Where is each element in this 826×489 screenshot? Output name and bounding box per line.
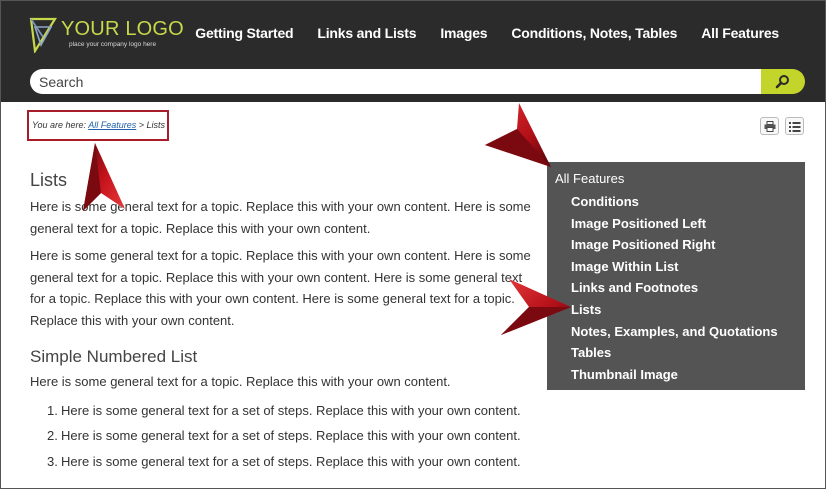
list-item-number: 2. xyxy=(47,428,58,443)
list-item-text: Here is some general text for a set of s… xyxy=(61,402,521,418)
paragraph-2: Here is some general text for a topic. R… xyxy=(30,248,531,328)
search-icon xyxy=(775,75,789,89)
paragraph-1: Here is some general text for a topic. R… xyxy=(30,199,531,236)
breadcrumb-prefix: You are here: xyxy=(32,120,87,130)
list-item: 2. Here is some general text for a set o… xyxy=(30,425,540,447)
print-icon xyxy=(764,121,776,132)
main-nav: Getting Started Links and Lists Images C… xyxy=(195,25,779,41)
annotation-arrow-sidenav-root xyxy=(485,103,551,167)
list-item-number: 3. xyxy=(47,453,58,469)
search-button[interactable] xyxy=(761,69,805,94)
breadcrumb: You are here: All Features > Lists xyxy=(27,110,169,141)
nav-images[interactable]: Images xyxy=(440,25,487,41)
search-input[interactable] xyxy=(30,69,763,94)
list-item-number: 1. xyxy=(47,402,58,418)
page-title: Lists xyxy=(30,170,68,190)
breadcrumb-separator: > xyxy=(138,120,145,130)
print-button[interactable] xyxy=(760,117,779,135)
section-intro: Here is some general text for a topic. R… xyxy=(30,374,451,389)
main-content: Lists Here is some general text for a to… xyxy=(30,169,540,476)
nav-conditions-notes-tables[interactable]: Conditions, Notes, Tables xyxy=(511,25,677,41)
list-item: 3. Here is some general text for a set o… xyxy=(30,451,540,473)
breadcrumb-link-all-features[interactable]: All Features xyxy=(88,120,136,130)
sidenav-item-conditions[interactable]: Conditions xyxy=(555,191,805,213)
nav-getting-started[interactable]: Getting Started xyxy=(195,25,293,41)
logo-mark-icon xyxy=(29,17,57,53)
toc-button[interactable] xyxy=(785,117,804,135)
section-title: Simple Numbered List xyxy=(30,347,198,366)
sidenav-item-tables[interactable]: Tables xyxy=(555,342,805,364)
logo-title: YOUR LOGO xyxy=(61,18,184,40)
side-nav: All Features Conditions Image Positioned… xyxy=(547,162,805,390)
sidenav-item-links-and-footnotes[interactable]: Links and Footnotes xyxy=(555,277,805,299)
logo-subtitle: place your company logo here xyxy=(69,41,157,48)
numbered-list: 1. Here is some general text for a set o… xyxy=(30,400,540,473)
list-icon xyxy=(789,122,801,132)
sidenav-item-image-within-list[interactable]: Image Within List xyxy=(555,256,805,278)
sidenav-item-thumbnail-image[interactable]: Thumbnail Image xyxy=(555,364,805,386)
breadcrumb-current: Lists xyxy=(146,120,166,130)
list-item-text: Here is some general text for a set of s… xyxy=(61,428,521,443)
sidenav-root-all-features[interactable]: All Features xyxy=(555,170,805,188)
page-frame: YOUR LOGO place your company logo here G… xyxy=(0,0,826,489)
sidenav-item-image-positioned-right[interactable]: Image Positioned Right xyxy=(555,234,805,256)
list-item: 1. Here is some general text for a set o… xyxy=(30,400,540,422)
list-item-text: Here is some general text for a set of s… xyxy=(61,453,521,469)
sidenav-item-notes-examples-quotations[interactable]: Notes, Examples, and Quotations xyxy=(555,321,805,343)
sidenav-item-lists[interactable]: Lists xyxy=(555,299,805,321)
nav-all-features[interactable]: All Features xyxy=(701,25,779,41)
search-bar xyxy=(1,69,825,102)
nav-links-and-lists[interactable]: Links and Lists xyxy=(317,25,416,41)
sidenav-item-image-positioned-left[interactable]: Image Positioned Left xyxy=(555,213,805,235)
header-bar: YOUR LOGO place your company logo here G… xyxy=(1,1,825,69)
logo[interactable]: YOUR LOGO place your company logo here xyxy=(29,15,189,55)
